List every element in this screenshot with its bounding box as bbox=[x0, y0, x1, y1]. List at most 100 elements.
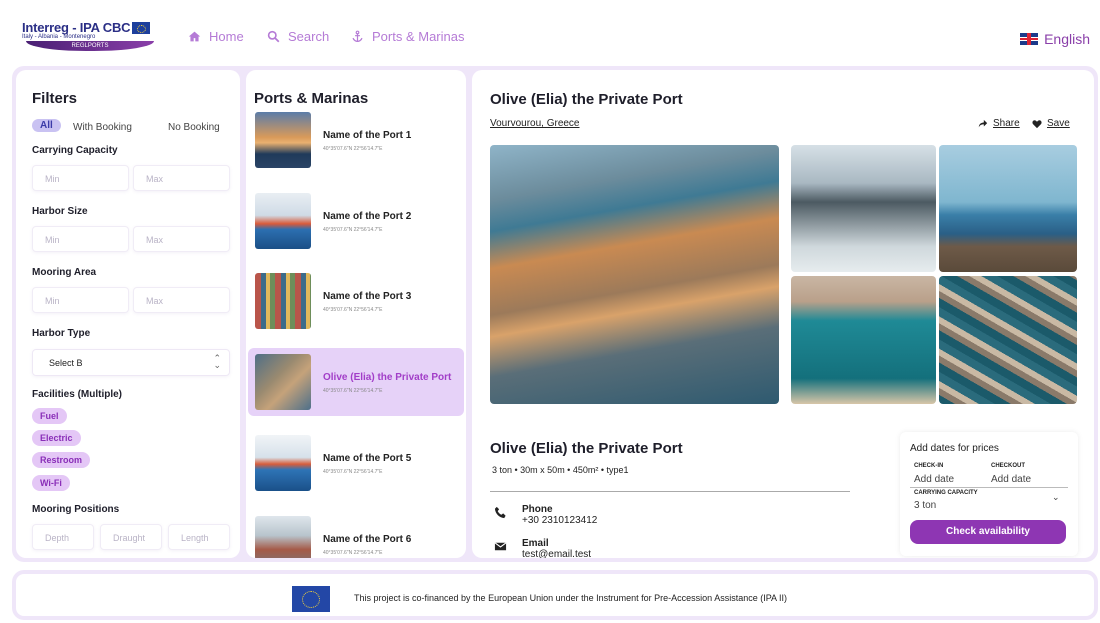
mail-icon bbox=[494, 542, 507, 551]
port-coords: 40°35'07.6"N 22°56'14.7"E bbox=[323, 307, 383, 313]
port-thumbnail bbox=[255, 435, 311, 491]
deck-chairs-photo[interactable] bbox=[939, 145, 1077, 272]
harbor-type-select[interactable]: Select B ⌃ ⌄ bbox=[32, 349, 230, 376]
save-label: Save bbox=[1047, 118, 1070, 129]
port-thumbnail bbox=[255, 193, 311, 249]
port-coords: 40°35'07.6"N 22°56'14.7"E bbox=[323, 550, 383, 556]
jetty-photo[interactable] bbox=[791, 276, 936, 404]
ports-title: Ports & Marinas bbox=[254, 90, 369, 107]
heart-icon bbox=[1032, 119, 1042, 128]
port-location-link[interactable]: Vourvourou, Greece bbox=[490, 118, 580, 129]
harbor-type-value: Select B bbox=[49, 358, 83, 368]
dock-photo[interactable] bbox=[939, 276, 1077, 404]
language-selector[interactable]: English bbox=[1020, 31, 1090, 47]
share-icon bbox=[978, 119, 988, 127]
checkout-label: CHECKOUT bbox=[991, 463, 1025, 469]
port-list-item[interactable]: Name of the Port 5 40°35'07.6"N 22°56'14… bbox=[248, 429, 464, 497]
booking-filter-all[interactable]: All bbox=[32, 119, 61, 132]
share-button[interactable]: Share bbox=[978, 118, 1020, 129]
mooring-depth-input[interactable]: Depth bbox=[32, 524, 94, 550]
facility-restroom[interactable]: Restroom bbox=[32, 452, 91, 468]
eu-flag-icon bbox=[292, 586, 330, 612]
facility-fuel[interactable]: Fuel bbox=[32, 408, 67, 424]
mooring-length-input[interactable]: Length bbox=[168, 524, 230, 550]
port-list-item[interactable]: Name of the Port 6 40°35'07.6"N 22°56'14… bbox=[248, 510, 464, 558]
phone-value: +30 2310123412 bbox=[522, 515, 598, 526]
port-name: Name of the Port 5 bbox=[323, 453, 412, 464]
carrying-capacity-min-input[interactable]: Min bbox=[32, 165, 129, 191]
email-value: test@email.test bbox=[522, 549, 592, 558]
select-chevron-icon: ⌃ ⌄ bbox=[213, 353, 221, 370]
anchor-icon bbox=[352, 30, 363, 42]
uk-flag-icon bbox=[1020, 33, 1039, 45]
port-subtitle: Olive (Elia) the Private Port bbox=[490, 440, 683, 457]
port-thumbnail bbox=[255, 354, 311, 410]
facility-wifi[interactable]: Wi-Fi bbox=[32, 475, 70, 491]
booking-card: Add dates for prices CHECK-IN Add date C… bbox=[900, 432, 1078, 556]
port-detail-panel: Olive (Elia) the Private Port Vourvourou… bbox=[472, 70, 1094, 558]
phone-label: Phone bbox=[522, 504, 553, 515]
port-coords: 40°35'07.6"N 22°56'14.7"E bbox=[323, 146, 383, 152]
divider bbox=[490, 491, 850, 492]
checkout-input[interactable]: Add date bbox=[991, 474, 1031, 485]
port-list-item[interactable]: Name of the Port 3 40°35'07.6"N 22°56'14… bbox=[248, 267, 464, 335]
booking-filter-with[interactable]: With Booking bbox=[73, 122, 132, 133]
logo-subtitle: Italy - Albania - Montenegro bbox=[22, 34, 96, 40]
main-frame: Filters All With Booking No Booking Carr… bbox=[12, 66, 1098, 562]
port-name: Olive (Elia) the Private Port bbox=[323, 372, 452, 383]
nav-ports-marinas[interactable]: Ports & Marinas bbox=[351, 29, 464, 44]
port-coords: 40°35'07.6"N 22°56'14.7"E bbox=[323, 469, 383, 475]
port-coords: 40°35'07.6"N 22°56'14.7"E bbox=[323, 227, 383, 233]
port-name: Name of the Port 2 bbox=[323, 211, 412, 222]
port-thumbnail bbox=[255, 516, 311, 558]
port-list-item[interactable]: Name of the Port 2 40°35'07.6"N 22°56'14… bbox=[248, 187, 464, 255]
filters-title: Filters bbox=[32, 90, 78, 107]
facilities-label: Facilities (Multiple) bbox=[32, 389, 123, 400]
pier-photo[interactable] bbox=[791, 145, 936, 272]
logo-title: Interreg - IPA CBC bbox=[22, 20, 131, 35]
interreg-logo[interactable]: Interreg - IPA CBC Italy - Albania - Mon… bbox=[22, 20, 154, 54]
check-availability-button[interactable]: Check availability bbox=[910, 520, 1066, 544]
capacity-label: CARRYING CAPACITY bbox=[914, 490, 978, 496]
checkin-input[interactable]: Add date bbox=[914, 474, 954, 485]
harbor-size-label: Harbor Size bbox=[32, 206, 88, 217]
top-navbar: Interreg - IPA CBC Italy - Albania - Mon… bbox=[0, 0, 1100, 66]
mooring-area-label: Mooring Area bbox=[32, 267, 97, 278]
booking-card-title: Add dates for prices bbox=[910, 443, 999, 454]
nav-home[interactable]: Home bbox=[188, 29, 244, 44]
checkin-label: CHECK-IN bbox=[914, 463, 944, 469]
language-label: English bbox=[1044, 31, 1090, 47]
nav-ports-label: Ports & Marinas bbox=[372, 29, 465, 44]
home-icon bbox=[188, 31, 201, 42]
harbor-type-label: Harbor Type bbox=[32, 328, 91, 339]
port-list-item-selected[interactable]: Olive (Elia) the Private Port 40°35'07.6… bbox=[248, 348, 464, 416]
facility-electric[interactable]: Electric bbox=[32, 430, 81, 446]
port-name: Name of the Port 1 bbox=[323, 130, 412, 141]
main-port-photo[interactable] bbox=[490, 145, 779, 404]
harbor-size-max-input[interactable]: Max bbox=[133, 226, 230, 252]
footer: This project is co-financed by the Europ… bbox=[12, 570, 1098, 620]
chevron-down-icon[interactable]: ⌄ bbox=[1052, 492, 1060, 503]
carrying-capacity-max-input[interactable]: Max bbox=[133, 165, 230, 191]
port-coords: 40°35'07.6"N 22°56'14.7"E bbox=[323, 388, 383, 394]
phone-icon bbox=[494, 506, 506, 519]
save-button[interactable]: Save bbox=[1032, 118, 1070, 129]
nav-home-label: Home bbox=[209, 29, 244, 44]
filters-panel: Filters All With Booking No Booking Carr… bbox=[16, 70, 240, 558]
mooring-draught-input[interactable]: Draught bbox=[100, 524, 162, 550]
search-icon bbox=[267, 30, 280, 43]
mooring-area-min-input[interactable]: Min bbox=[32, 287, 129, 313]
footer-text: This project is co-financed by the Europ… bbox=[354, 593, 788, 603]
mooring-area-max-input[interactable]: Max bbox=[133, 287, 230, 313]
harbor-size-min-input[interactable]: Min bbox=[32, 226, 129, 252]
nav-search-label: Search bbox=[288, 29, 330, 44]
port-list-item[interactable]: Name of the Port 1 40°35'07.6"N 22°56'14… bbox=[248, 106, 464, 174]
booking-filter-no[interactable]: No Booking bbox=[168, 122, 220, 133]
port-thumbnail bbox=[255, 112, 311, 168]
nav-search[interactable]: Search bbox=[267, 29, 329, 44]
ports-list-panel: Ports & Marinas Name of the Port 1 40°35… bbox=[246, 70, 466, 558]
capacity-select[interactable]: 3 ton bbox=[914, 500, 936, 511]
mooring-positions-label: Mooring Positions bbox=[32, 504, 120, 515]
port-thumbnail bbox=[255, 273, 311, 329]
share-label: Share bbox=[993, 118, 1020, 129]
